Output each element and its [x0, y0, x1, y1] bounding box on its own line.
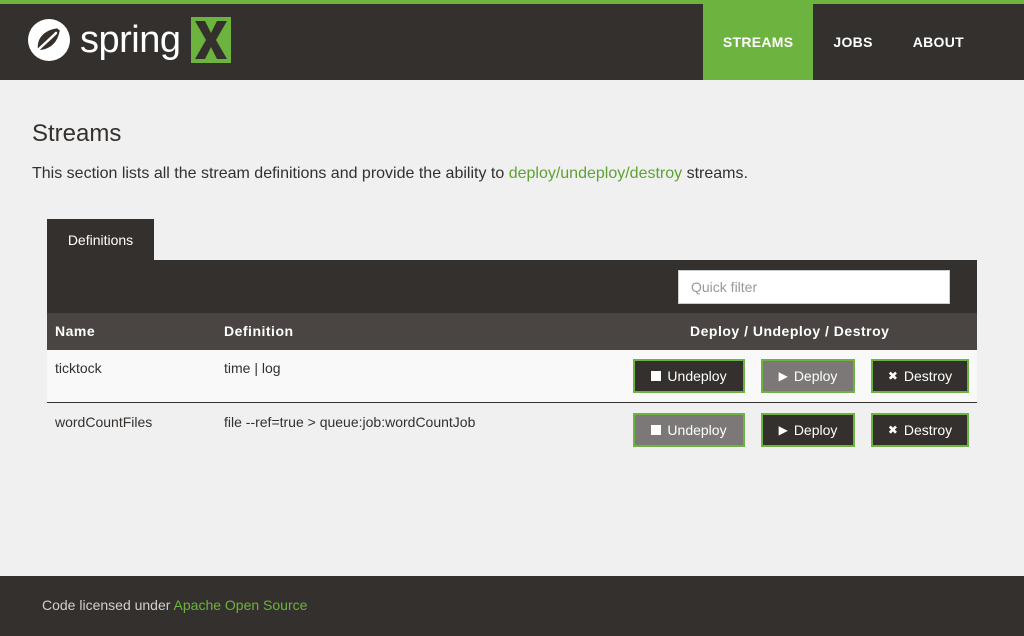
- page-title: Streams: [32, 120, 122, 147]
- close-x-icon: ✖: [887, 369, 898, 383]
- stream-definition: file --ref=true > queue:job:wordCountJob: [224, 414, 476, 430]
- close-x-icon: ✖: [887, 423, 898, 437]
- undeploy-label: Undeploy: [667, 422, 727, 438]
- undeploy-label: Undeploy: [667, 368, 727, 384]
- stop-square-icon: [651, 425, 662, 435]
- table-row: ticktock time | log Undeploy ▶ Deploy ✖ …: [47, 350, 977, 403]
- intro-prefix: This section lists all the stream defini…: [32, 165, 509, 182]
- spring-xd-logo[interactable]: spring: [26, 16, 231, 64]
- footer-text: Code licensed under Apache Open Source: [42, 597, 307, 613]
- undeploy-button[interactable]: Undeploy: [633, 359, 745, 393]
- table-header: Name Definition Deploy / Undeploy / Dest…: [47, 313, 977, 350]
- top-navbar: spring STREAMS JOBS ABOUT: [0, 0, 1024, 80]
- stop-square-icon: [651, 371, 662, 381]
- license-link[interactable]: Apache Open Source: [174, 597, 308, 613]
- destroy-label: Destroy: [903, 368, 953, 384]
- destroy-button[interactable]: ✖ Destroy: [871, 359, 969, 393]
- deploy-button[interactable]: ▶ Deploy: [761, 359, 855, 393]
- nav-streams[interactable]: STREAMS: [702, 4, 814, 80]
- intro-suffix: streams.: [682, 165, 748, 182]
- brand-name: spring: [80, 19, 181, 61]
- main-nav: STREAMS JOBS ABOUT: [702, 4, 984, 80]
- destroy-button[interactable]: ✖ Destroy: [871, 413, 969, 447]
- stream-name: ticktock: [55, 360, 102, 376]
- undeploy-button[interactable]: Undeploy: [633, 413, 745, 447]
- footer: Code licensed under Apache Open Source: [0, 576, 1024, 636]
- spring-leaf-icon: [28, 19, 70, 61]
- header-actions: Deploy / Undeploy / Destroy: [690, 323, 890, 339]
- stream-definition: time | log: [224, 360, 281, 376]
- quick-filter-input[interactable]: [678, 270, 950, 304]
- table-row: wordCountFiles file --ref=true > queue:j…: [47, 404, 977, 457]
- intro-link[interactable]: deploy/undeploy/destroy: [509, 165, 682, 182]
- tab-definitions[interactable]: Definitions: [47, 219, 154, 260]
- footer-prefix: Code licensed under: [42, 597, 174, 613]
- stream-name: wordCountFiles: [55, 414, 153, 430]
- deploy-label: Deploy: [793, 368, 838, 384]
- deploy-button[interactable]: ▶ Deploy: [761, 413, 855, 447]
- page-intro: This section lists all the stream defini…: [32, 165, 748, 183]
- nav-jobs[interactable]: JOBS: [813, 4, 892, 80]
- nav-about[interactable]: ABOUT: [893, 4, 984, 80]
- header-name: Name: [55, 323, 96, 339]
- header-definition: Definition: [224, 323, 294, 339]
- destroy-label: Destroy: [903, 422, 953, 438]
- play-icon: ▶: [778, 423, 788, 437]
- deploy-label: Deploy: [793, 422, 838, 438]
- play-icon: ▶: [778, 369, 788, 383]
- xd-x-logo-icon: [190, 17, 231, 63]
